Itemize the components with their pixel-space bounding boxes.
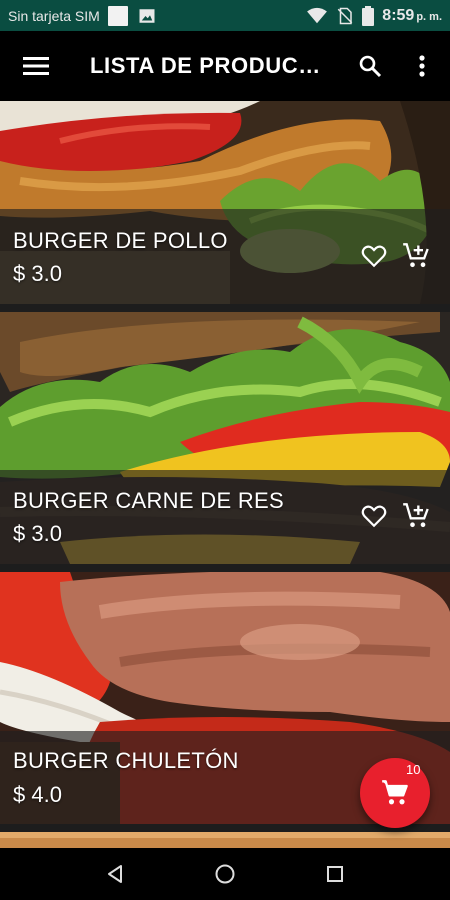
clock: 8:59 p. m. (382, 6, 442, 24)
heart-outline-icon (361, 245, 387, 268)
product-price: $ 3.0 (13, 521, 62, 546)
search-button[interactable] (348, 46, 392, 86)
no-sim-icon (338, 7, 353, 24)
notification-square-icon (107, 5, 128, 26)
favorite-button[interactable] (358, 500, 390, 532)
product-name: BURGER CHULETÓN (13, 748, 239, 773)
favorite-button[interactable] (358, 240, 390, 272)
more-vert-icon (419, 55, 425, 77)
page-title: LISTA DE PRODUCTOS (90, 53, 330, 78)
search-icon (359, 55, 382, 78)
image-icon (139, 8, 155, 23)
product-price: $ 4.0 (13, 782, 62, 807)
product-name: BURGER DE POLLO (13, 228, 228, 253)
product-card[interactable]: BURGER CARNE DE RES $ 3.0 (0, 312, 450, 564)
product-card[interactable]: BURGER DE POLLO $ 3.0 (0, 101, 450, 304)
product-name: BURGER CARNE DE RES (13, 488, 284, 513)
status-bar: Sin tarjeta SIM 8:59 p. m. (0, 0, 450, 31)
cart-count-badge: 10 (406, 762, 421, 777)
home-icon (215, 864, 235, 884)
product-price: $ 3.0 (13, 261, 62, 286)
battery-icon (362, 5, 375, 26)
carrier-text: Sin tarjeta SIM (8, 7, 100, 24)
menu-icon (23, 57, 49, 75)
cart-fab[interactable]: 10 (360, 758, 430, 828)
shopping-cart-icon (382, 780, 408, 805)
heart-outline-icon (361, 505, 387, 528)
product-card[interactable] (0, 832, 450, 848)
add-shopping-cart-icon (403, 503, 429, 528)
back-icon (108, 865, 122, 883)
app-bar: LISTA DE PRODUCTOS (0, 31, 450, 101)
wifi-icon (307, 7, 328, 23)
add-to-cart-button[interactable] (400, 240, 432, 272)
recents-button[interactable] (315, 854, 355, 894)
add-shopping-cart-icon (403, 243, 429, 268)
more-options-button[interactable] (404, 46, 440, 86)
recents-icon (327, 866, 343, 882)
back-button[interactable] (95, 854, 135, 894)
product-image (0, 832, 450, 848)
product-list[interactable]: BURGER DE POLLO $ 3.0 BURGER CARNE DE RE… (0, 101, 450, 848)
add-to-cart-button[interactable] (400, 500, 432, 532)
home-button[interactable] (205, 854, 245, 894)
system-nav-bar (0, 848, 450, 900)
menu-button[interactable] (0, 31, 72, 101)
